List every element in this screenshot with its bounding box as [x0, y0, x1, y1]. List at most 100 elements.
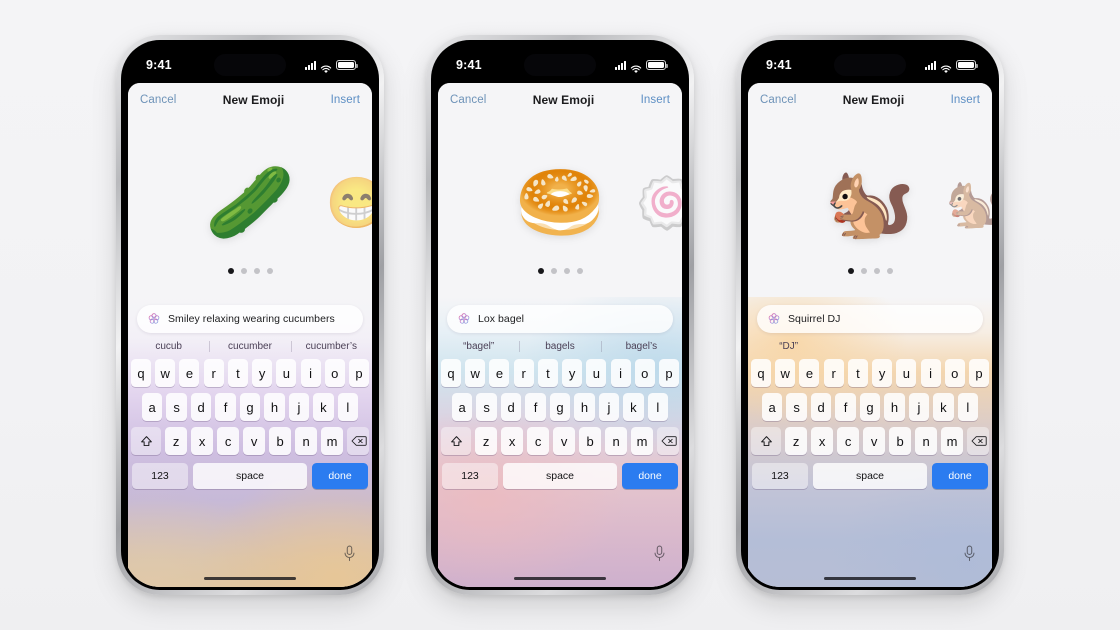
suggestion-1[interactable]: cucub [128, 341, 209, 352]
page-dot-2[interactable] [860, 268, 867, 274]
key-h[interactable]: h [264, 393, 285, 421]
key-g[interactable]: g [239, 393, 261, 421]
key-s[interactable]: s [166, 393, 187, 421]
page-dot-1[interactable] [227, 268, 234, 274]
key-i[interactable]: i [300, 359, 321, 387]
page-dot-4[interactable] [266, 268, 273, 274]
delete-key[interactable] [967, 427, 989, 455]
key-x[interactable]: x [191, 427, 213, 455]
key-s[interactable]: s [786, 393, 807, 421]
done-key[interactable]: done [312, 463, 368, 489]
key-n[interactable]: n [915, 427, 937, 455]
predictive-suggestions-bar[interactable]: cucub cucumber cucumber’s [128, 333, 372, 359]
done-key[interactable]: done [932, 463, 988, 489]
numbers-key[interactable]: 123 [442, 463, 498, 489]
key-f[interactable]: f [835, 393, 856, 421]
key-b[interactable]: b [269, 427, 291, 455]
done-key[interactable]: done [622, 463, 678, 489]
emoji-description-input[interactable]: Smiley relaxing wearing cucumbers [137, 305, 363, 333]
key-v[interactable]: v [553, 427, 575, 455]
key-l[interactable]: l [337, 393, 359, 421]
key-p[interactable]: p [968, 359, 989, 387]
page-dot-2[interactable] [550, 268, 557, 274]
key-m[interactable]: m [321, 427, 343, 455]
key-t[interactable]: t [537, 359, 558, 387]
numbers-key[interactable]: 123 [752, 463, 808, 489]
key-u[interactable]: u [586, 359, 607, 387]
microphone-icon[interactable] [343, 545, 356, 562]
key-g[interactable]: g [549, 393, 571, 421]
page-dot-1[interactable] [537, 268, 544, 274]
space-key[interactable]: space [813, 463, 927, 489]
page-dot-3[interactable] [563, 268, 570, 274]
emoji-carousel[interactable]: 🐿️ 🐿️ [748, 117, 992, 297]
key-b[interactable]: b [579, 427, 601, 455]
key-l[interactable]: l [957, 393, 979, 421]
key-h[interactable]: h [884, 393, 905, 421]
emoji-carousel[interactable]: 🥒 😁 [128, 117, 372, 297]
key-c[interactable]: c [837, 427, 859, 455]
key-y[interactable]: y [252, 359, 273, 387]
key-z[interactable]: z [165, 427, 187, 455]
page-dot-3[interactable] [873, 268, 880, 274]
shift-key[interactable] [441, 427, 471, 455]
cancel-button[interactable]: Cancel [140, 94, 176, 106]
key-d[interactable]: d [500, 393, 522, 421]
key-s[interactable]: s [476, 393, 497, 421]
page-dot-1[interactable] [847, 268, 854, 274]
key-j[interactable]: j [288, 393, 310, 421]
shift-key[interactable] [131, 427, 161, 455]
insert-button[interactable]: Insert [951, 94, 980, 106]
lox-bagel-emoji[interactable]: 🥯 [515, 167, 605, 239]
key-g[interactable]: g [859, 393, 881, 421]
suggestion-1[interactable]: “DJ” [748, 341, 829, 352]
delete-key[interactable] [657, 427, 679, 455]
insert-button[interactable]: Insert [331, 94, 360, 106]
key-t[interactable]: t [227, 359, 248, 387]
key-t[interactable]: t [847, 359, 868, 387]
key-n[interactable]: n [605, 427, 627, 455]
key-z[interactable]: z [475, 427, 497, 455]
key-n[interactable]: n [295, 427, 317, 455]
emoji-description-input[interactable]: Squirrel DJ [757, 305, 983, 333]
key-d[interactable]: d [190, 393, 212, 421]
squirrel-dj-emoji[interactable]: 🐿️ [825, 167, 915, 239]
key-m[interactable]: m [941, 427, 963, 455]
key-m[interactable]: m [631, 427, 653, 455]
insert-button[interactable]: Insert [641, 94, 670, 106]
key-o[interactable]: o [944, 359, 965, 387]
space-key[interactable]: space [503, 463, 617, 489]
space-key[interactable]: space [193, 463, 307, 489]
key-q[interactable]: q [751, 359, 772, 387]
squirrel-dj-alternate-emoji[interactable]: 🐿️ [946, 178, 992, 228]
key-o[interactable]: o [324, 359, 345, 387]
key-v[interactable]: v [243, 427, 265, 455]
key-r[interactable]: r [823, 359, 844, 387]
page-dots[interactable] [227, 268, 273, 274]
page-dot-4[interactable] [576, 268, 583, 274]
microphone-icon[interactable] [653, 545, 666, 562]
key-v[interactable]: v [863, 427, 885, 455]
key-u[interactable]: u [896, 359, 917, 387]
key-k[interactable]: k [313, 393, 334, 421]
microphone-icon[interactable] [963, 545, 976, 562]
key-p[interactable]: p [658, 359, 679, 387]
page-dots[interactable] [847, 268, 893, 274]
page-dot-4[interactable] [886, 268, 893, 274]
key-e[interactable]: e [799, 359, 820, 387]
key-f[interactable]: f [215, 393, 236, 421]
key-i[interactable]: i [610, 359, 631, 387]
page-dot-2[interactable] [240, 268, 247, 274]
key-e[interactable]: e [489, 359, 510, 387]
key-d[interactable]: d [810, 393, 832, 421]
key-r[interactable]: r [513, 359, 534, 387]
key-a[interactable]: a [141, 393, 163, 421]
key-w[interactable]: w [465, 359, 486, 387]
key-i[interactable]: i [920, 359, 941, 387]
key-z[interactable]: z [785, 427, 807, 455]
key-c[interactable]: c [527, 427, 549, 455]
key-j[interactable]: j [908, 393, 930, 421]
emoji-carousel[interactable]: 🥯 🍥 [438, 117, 682, 297]
predictive-suggestions-bar[interactable]: “bagel” bagels bagel’s [438, 333, 682, 359]
suggestion-1[interactable]: “bagel” [438, 341, 519, 352]
